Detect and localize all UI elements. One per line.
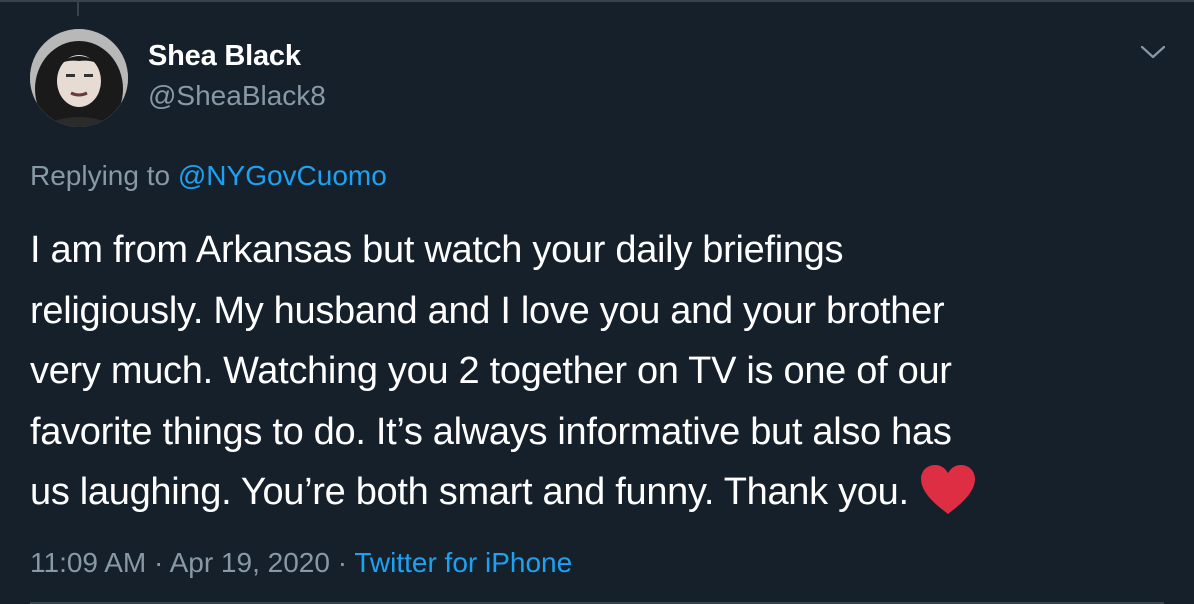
tweet-card: Shea Black @SheaBlack8 Replying to @NYGo… <box>0 0 1194 604</box>
replying-prefix: Replying to <box>30 160 171 191</box>
red-heart-icon <box>920 465 975 514</box>
thread-connector <box>77 2 79 16</box>
tweet-text: I am from Arkansas but watch your daily … <box>30 220 1170 523</box>
tweet-date[interactable]: Apr 19, 2020 <box>170 547 330 578</box>
tweet-text-last-line: us laughing. You’re both smart and funny… <box>30 462 1170 523</box>
tweet-meta: 11:09 AM · Apr 19, 2020 · Twitter for iP… <box>30 547 572 579</box>
avatar[interactable] <box>30 29 128 127</box>
tweet-text-line: us laughing. You’re both smart and funny… <box>30 471 909 513</box>
tweet-source-link[interactable]: Twitter for iPhone <box>354 547 572 578</box>
author-name[interactable]: Shea Black <box>148 40 301 73</box>
tweet-text-line: religiously. My husband and I love you a… <box>30 289 945 332</box>
replying-to: Replying to @NYGovCuomo <box>30 160 387 192</box>
author-handle[interactable]: @SheaBlack8 <box>148 80 326 112</box>
meta-separator: · <box>154 547 164 578</box>
meta-separator: · <box>337 547 348 578</box>
chevron-down-icon[interactable] <box>1140 42 1166 62</box>
tweet-text-line: very much. Watching you 2 together on TV… <box>30 350 952 392</box>
tweet-time[interactable]: 11:09 AM <box>30 547 146 578</box>
tweet-text-line: I am from Arkansas but watch your daily … <box>30 229 844 271</box>
mention-link[interactable]: @NYGovCuomo <box>178 160 387 191</box>
tweet-text-line: favorite things to do. It’s always infor… <box>30 410 952 453</box>
